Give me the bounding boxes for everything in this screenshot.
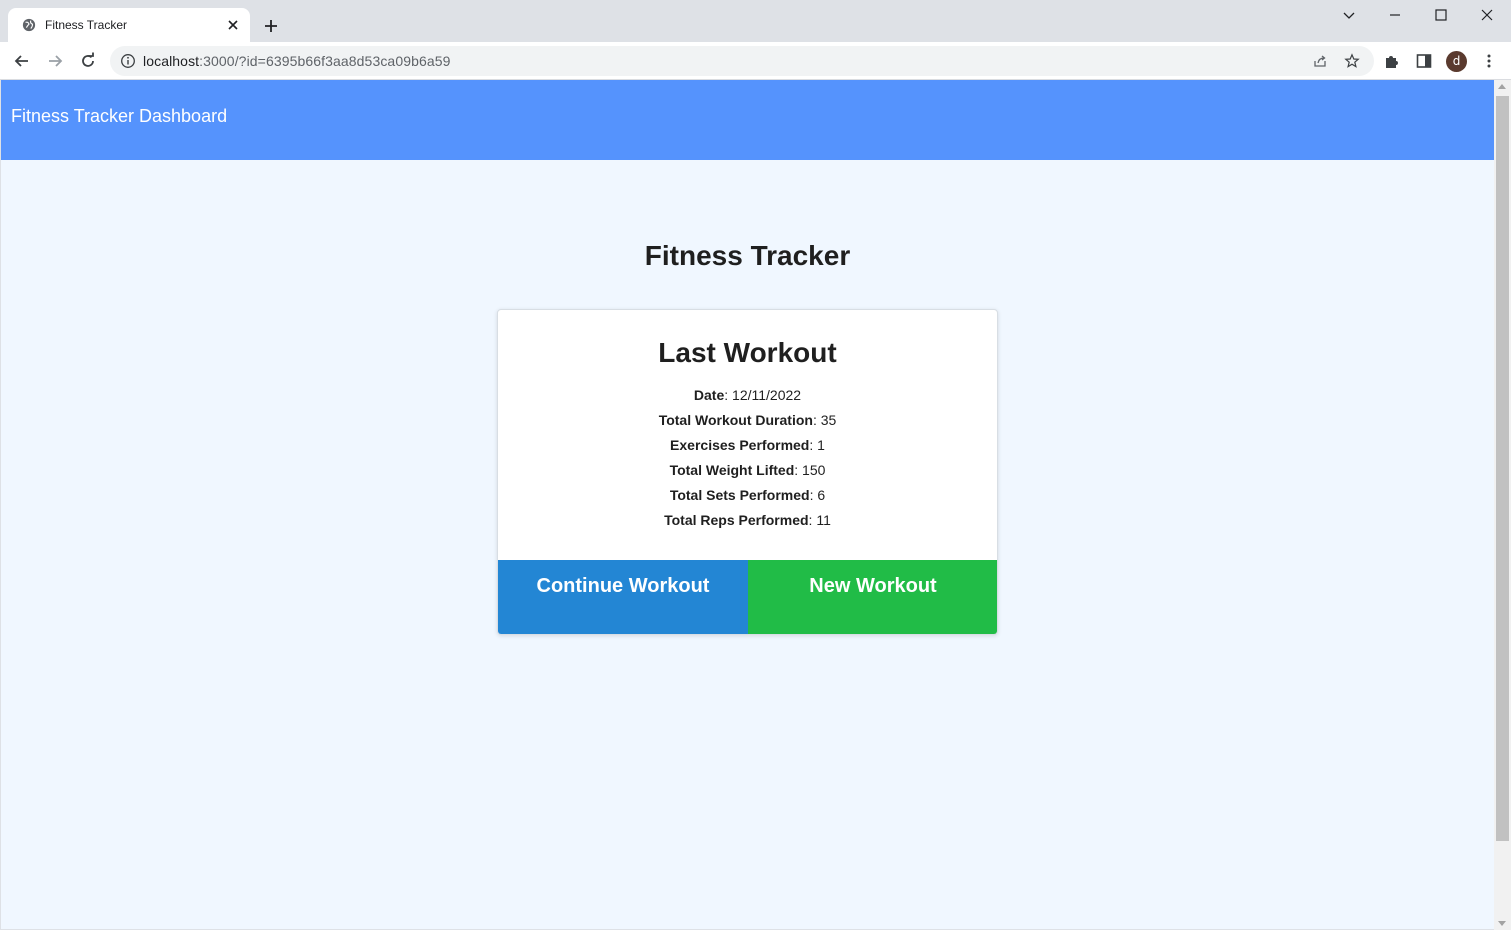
- browser-tab[interactable]: Fitness Tracker: [8, 8, 250, 42]
- profile-avatar[interactable]: d: [1446, 51, 1467, 72]
- side-panel-icon[interactable]: [1415, 52, 1433, 70]
- close-window-icon[interactable]: [1479, 7, 1495, 23]
- stat-value: 35: [820, 412, 837, 428]
- stat-label: Exercises Performed: [670, 437, 810, 453]
- last-workout-card: Last Workout Date: 12/11/2022 Total Work…: [497, 309, 998, 635]
- url-text[interactable]: localhost:3000/?id=6395b66f3aa8d53ca09b6…: [143, 53, 451, 69]
- stat-value: 1: [817, 437, 825, 453]
- stat-value: 150: [802, 462, 826, 478]
- info-icon[interactable]: [120, 53, 136, 69]
- card-title: Last Workout: [658, 337, 837, 368]
- browser-toolbar: localhost:3000/?id=6395b66f3aa8d53ca09b6…: [0, 42, 1511, 80]
- stat-value: 6: [817, 487, 826, 503]
- stat-total-duration: Total Workout Duration: 35: [658, 412, 837, 428]
- stat-label: Total Workout Duration: [658, 412, 813, 428]
- stat-sets-performed: Total Sets Performed: 6: [669, 487, 826, 503]
- globe-icon: [22, 18, 36, 32]
- tab-strip: Fitness Tracker: [0, 0, 1511, 42]
- kebab-menu-icon[interactable]: [1480, 52, 1498, 70]
- scroll-up-arrow-icon[interactable]: [1498, 84, 1506, 89]
- stat-label: Total Weight Lifted: [669, 462, 795, 478]
- stat-reps-performed: Total Reps Performed: 11: [664, 512, 831, 528]
- workout-stats: Date: 12/11/2022 Total Workout Duration:…: [498, 386, 997, 536]
- stat-exercises-performed: Exercises Performed: 1: [670, 437, 825, 453]
- continue-workout-button[interactable]: Continue Workout: [498, 560, 748, 634]
- stat-label: Total Sets Performed: [669, 487, 810, 503]
- stat-value: 12/11/2022: [732, 387, 802, 403]
- plus-icon[interactable]: [262, 17, 280, 35]
- share-icon[interactable]: [1312, 53, 1328, 69]
- minimize-icon[interactable]: [1387, 7, 1403, 23]
- arrow-right-icon[interactable]: [45, 51, 65, 71]
- url-path: :3000/?id=6395b66f3aa8d53ca09b6a59: [199, 53, 451, 69]
- star-icon[interactable]: [1344, 53, 1360, 69]
- address-bar[interactable]: localhost:3000/?id=6395b66f3aa8d53ca09b6…: [110, 46, 1374, 76]
- puzzle-icon[interactable]: [1383, 52, 1401, 70]
- stat-label: Date: [693, 387, 725, 403]
- navbar: Fitness Tracker Dashboard: [1, 80, 1494, 160]
- scrollbar-thumb[interactable]: [1496, 96, 1509, 841]
- stat-value: 11: [816, 512, 831, 528]
- new-workout-button[interactable]: New Workout: [748, 560, 997, 634]
- url-host: localhost: [143, 53, 200, 69]
- vertical-scrollbar[interactable]: [1494, 80, 1511, 930]
- stat-date: Date: 12/11/2022: [693, 387, 802, 403]
- maximize-icon[interactable]: [1433, 7, 1449, 23]
- close-icon[interactable]: [225, 17, 241, 33]
- chevron-down-icon[interactable]: [1341, 7, 1357, 23]
- navbar-brand[interactable]: Fitness Tracker Dashboard: [11, 106, 227, 127]
- scroll-down-arrow-icon[interactable]: [1498, 921, 1506, 926]
- page-viewport: Fitness Tracker Dashboard Fitness Tracke…: [1, 80, 1494, 929]
- stat-label: Total Reps Performed: [664, 512, 809, 528]
- tab-title: Fitness Tracker: [45, 18, 128, 32]
- page-title: Fitness Tracker: [644, 240, 851, 271]
- reload-icon[interactable]: [78, 51, 98, 71]
- arrow-left-icon[interactable]: [12, 51, 32, 71]
- stat-weight-lifted: Total Weight Lifted: 150: [669, 462, 826, 478]
